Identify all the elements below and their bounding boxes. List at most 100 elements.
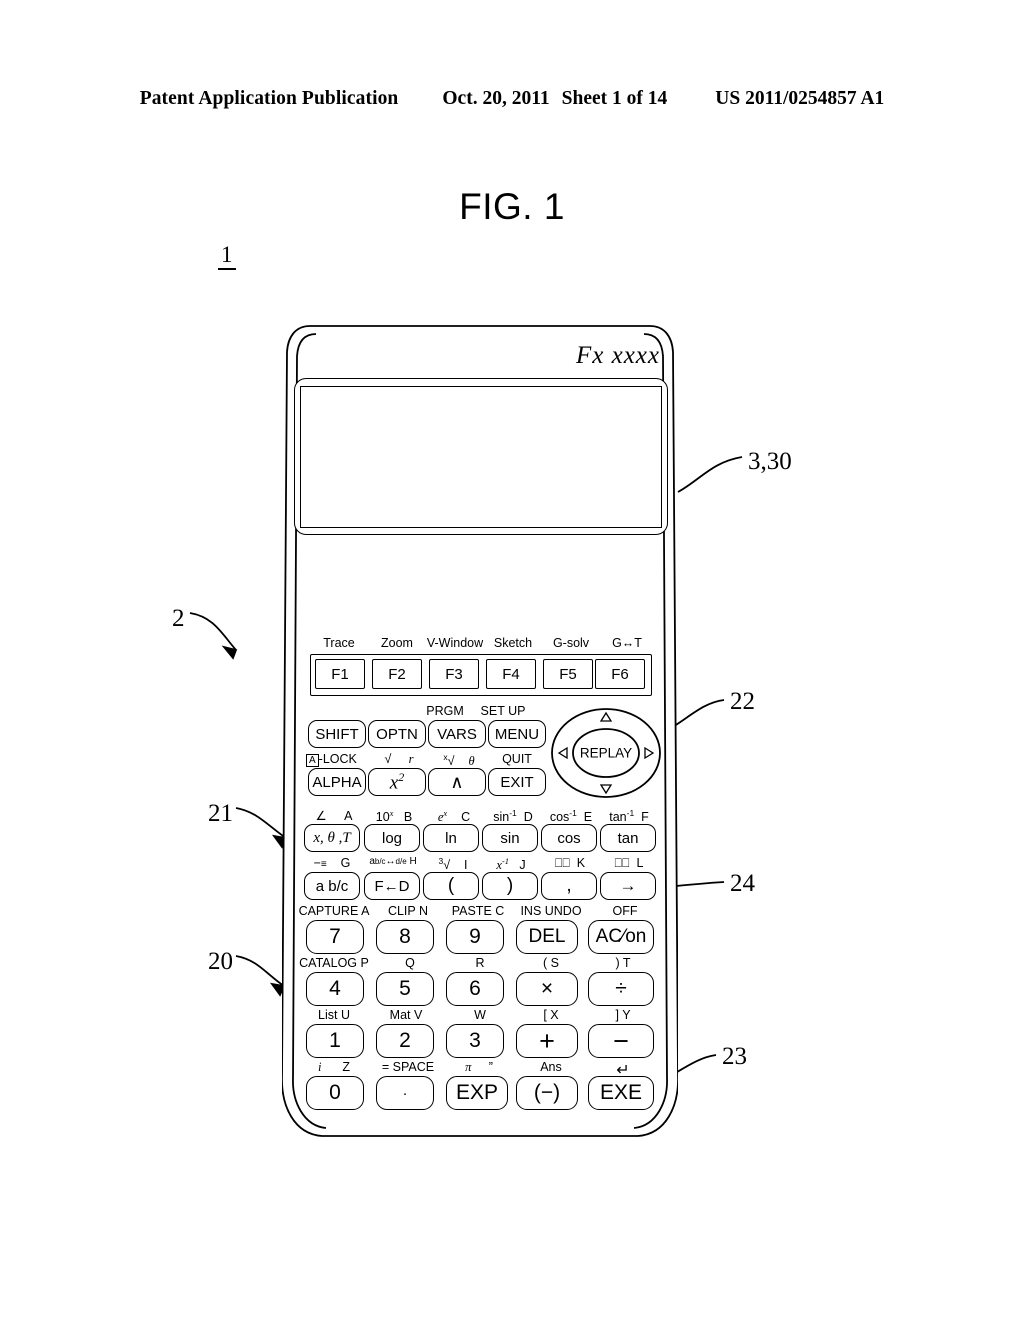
calculator-device: Fx xxxx Trace Zoom V-Window Sketch G-sol… [282, 316, 678, 1144]
sheet-number: Sheet 1 of 14 [561, 88, 668, 109]
key-f2[interactable]: F2 [372, 659, 422, 689]
ref-20: 20 [208, 948, 233, 975]
figure-title: FIG. 1 [459, 186, 565, 227]
label-angle-a: ∠ A [315, 809, 353, 823]
key-f-to-d[interactable]: F←D [364, 872, 420, 900]
key-3[interactable]: 3 [446, 1024, 504, 1058]
brand-label: Fx xxxx [575, 342, 660, 369]
label-setup: SET UP [480, 704, 526, 718]
row-0-labels: i Z = SPACE π ” Ans ↵ [282, 1060, 678, 1079]
key-6[interactable]: 6 [446, 972, 504, 1006]
label-asin-d: sin-1 D [493, 808, 533, 825]
key-x-squared[interactable]: x2 [368, 768, 426, 796]
key-multiply[interactable]: × [516, 972, 578, 1006]
key-f4[interactable]: F4 [486, 659, 536, 689]
key-open-paren[interactable]: ( [423, 872, 479, 900]
key-f1[interactable]: F1 [315, 659, 365, 689]
frac-row-labels: −≡ G ab/c↔d/e H 3√ I x-1 J ⎕⎕ K ⎕⎕ L [282, 856, 678, 873]
key-f3[interactable]: F3 [429, 659, 479, 689]
label-paren-s: ( S [543, 956, 559, 970]
key-minus[interactable]: − [588, 1024, 654, 1058]
row-456-labels: CATALOG P Q R ( S ) T [282, 956, 678, 971]
key-9[interactable]: 9 [446, 920, 504, 954]
label-bracket-y: ] Y [615, 1008, 631, 1022]
key-del[interactable]: DEL [516, 920, 578, 954]
label-pi-quote: π ” [465, 1060, 493, 1074]
key-x-theta-t[interactable]: x, θ ,T [304, 824, 360, 852]
row-789-labels: CAPTURE A CLIP N PASTE C INS UNDO OFF [282, 904, 678, 919]
label-quit: QUIT [502, 752, 532, 766]
key-divide[interactable]: ÷ [588, 972, 654, 1006]
ref-2: 2 [172, 605, 185, 632]
label-sqrt-r: √ r [384, 752, 414, 766]
key-decimal-point[interactable]: · [376, 1076, 434, 1110]
key-a-b-c[interactable]: a b/c [304, 872, 360, 900]
label-q: Q [405, 956, 415, 970]
label-cuberoot-i: 3√ I [438, 856, 468, 873]
display-screen [300, 386, 662, 528]
key-exit[interactable]: EXIT [488, 768, 546, 796]
key-8[interactable]: 8 [376, 920, 434, 954]
ref-21: 21 [208, 800, 233, 827]
function-row-labels: Trace Zoom V-Window Sketch G-solv G↔T [282, 636, 678, 651]
key-5[interactable]: 5 [376, 972, 434, 1006]
label-xinv-j: x-1 J [496, 856, 526, 873]
label-off: OFF [612, 904, 638, 918]
label-i-z: i Z [318, 1060, 350, 1074]
key-ln[interactable]: ln [423, 824, 479, 852]
key-ac-on[interactable]: AC⁄on [588, 920, 654, 954]
label-ins-undo: INS UNDO [520, 904, 582, 918]
label-ans: Ans [540, 1060, 562, 1074]
key-shift[interactable]: SHIFT [308, 720, 366, 748]
key-exp[interactable]: EXP [446, 1076, 508, 1110]
label-paren-t: ) T [615, 956, 631, 970]
label-catalog-p: CATALOG P [299, 956, 369, 970]
key-4[interactable]: 4 [306, 972, 364, 1006]
key-vars[interactable]: VARS [428, 720, 486, 748]
key-7[interactable]: 7 [306, 920, 364, 954]
label-list-u: List U [318, 1008, 350, 1022]
publication-date: Oct. 20, 2011 [442, 88, 550, 109]
key-menu[interactable]: MENU [488, 720, 546, 748]
key-plus[interactable]: + [516, 1024, 578, 1058]
key-power[interactable]: ∧ [428, 768, 486, 796]
key-negative[interactable]: (−) [516, 1076, 578, 1110]
label-negfrac-g: −≡ G [313, 856, 351, 870]
key-cos[interactable]: cos [541, 824, 597, 852]
key-tan[interactable]: tan [600, 824, 656, 852]
label-prgm: PRGM [426, 704, 464, 718]
key-sin[interactable]: sin [482, 824, 538, 852]
flabel-trace: Trace [323, 636, 355, 650]
trig-row-labels: ∠ A 10x B ex C sin-1 D cos-1 E tan-1 F [282, 808, 678, 825]
label-store-l: ⎕⎕ L [614, 856, 644, 870]
label-atan-f: tan-1 F [609, 808, 649, 825]
key-2[interactable]: 2 [376, 1024, 434, 1058]
key-arrow-right[interactable]: → [600, 872, 656, 900]
key-comma[interactable]: , [541, 872, 597, 900]
label-mat-v: Mat V [389, 1008, 423, 1022]
reference-numeral-1: 1 [218, 242, 236, 271]
key-f6[interactable]: F6 [595, 659, 645, 689]
label-paste-c: PASTE C [451, 904, 505, 918]
key-0[interactable]: 0 [306, 1076, 364, 1110]
patent-header: Patent Application Publication Oct. 20, … [0, 88, 1024, 110]
key-close-paren[interactable]: ) [482, 872, 538, 900]
key-f5[interactable]: F5 [543, 659, 593, 689]
label-xroot-theta: x√ θ [443, 752, 475, 769]
label-w: W [474, 1008, 486, 1022]
key-optn[interactable]: OPTN [368, 720, 426, 748]
key-exe[interactable]: EXE [588, 1076, 654, 1110]
label-r: R [475, 956, 485, 970]
label-ex-c: ex C [437, 808, 471, 825]
ref-23: 23 [722, 1043, 747, 1070]
ref-3-30: 3,30 [748, 448, 792, 475]
flabel-vwindow: V-Window [426, 636, 484, 650]
replay-label: REPLAY [579, 745, 633, 761]
row-123-labels: List U Mat V W [ X ] Y [282, 1008, 678, 1023]
key-1[interactable]: 1 [306, 1024, 364, 1058]
flabel-gsolv: G-solv [552, 636, 590, 650]
key-log[interactable]: log [364, 824, 420, 852]
key-alpha[interactable]: ALPHA [308, 768, 366, 796]
replay-pad[interactable]: REPLAY [550, 708, 662, 798]
publication-label: Patent Application Publication [139, 88, 399, 109]
